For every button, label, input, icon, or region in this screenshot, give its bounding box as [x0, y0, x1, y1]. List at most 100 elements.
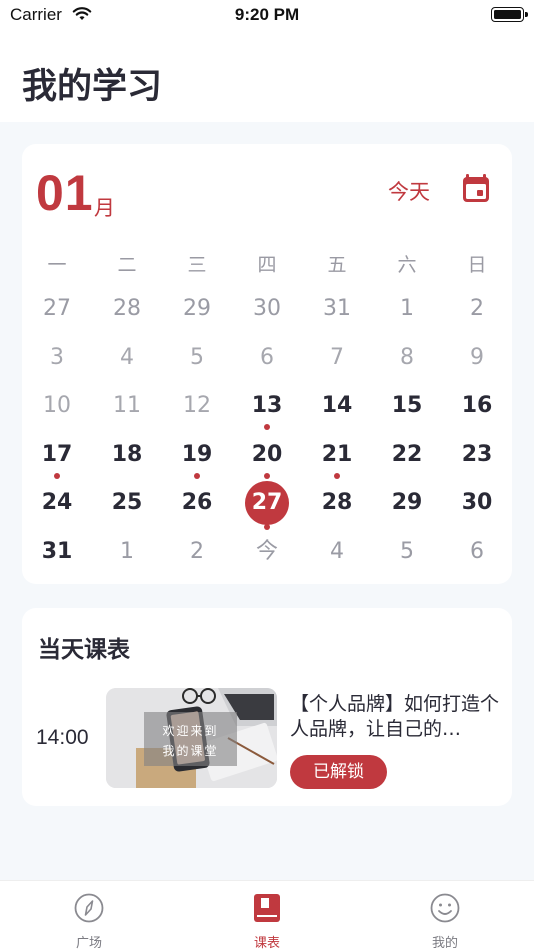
calendar-day[interactable]: 30	[442, 481, 512, 525]
calendar-day[interactable]: 28	[92, 287, 162, 331]
calendar-day-number: 6	[470, 538, 484, 564]
calendar-day-number: 2	[190, 538, 204, 564]
tab-mine[interactable]: 我的	[356, 881, 534, 950]
calendar-day-number: 20	[251, 441, 283, 467]
calendar-day[interactable]: 1	[92, 530, 162, 574]
calendar-day-number: 10	[43, 393, 71, 418]
calendar-day[interactable]: 20	[232, 433, 302, 479]
calendar-day[interactable]: 7	[302, 336, 372, 380]
today-button[interactable]: 今天	[388, 176, 430, 206]
course-thumbnail[interactable]: 欢迎来到 我的课堂	[106, 688, 277, 788]
calendar-day-number: 11	[113, 393, 141, 418]
calendar-day[interactable]: 4	[92, 336, 162, 380]
calendar-day-number: 4	[330, 538, 344, 564]
calendar-day-number: 29	[391, 490, 423, 515]
calendar-day[interactable]: 14	[302, 384, 372, 428]
calendar-day-number: 7	[330, 344, 344, 370]
month-number: 01	[36, 165, 94, 221]
calendar-day-number: 14	[321, 393, 353, 418]
calendar-day[interactable]: 1	[372, 287, 442, 331]
calendar-day[interactable]: 2	[162, 530, 232, 574]
calendar-day[interactable]: 30	[232, 287, 302, 331]
calendar-day[interactable]: 26	[162, 481, 232, 525]
calendar-day[interactable]: 31	[302, 287, 372, 331]
month-unit: 月	[94, 196, 115, 220]
calendar-day-number: 2	[470, 296, 484, 321]
battery-icon	[491, 7, 528, 22]
calendar-day[interactable]: 2	[442, 287, 512, 331]
thumbnail-caption-line1: 欢迎来到	[162, 724, 219, 738]
book-icon	[254, 894, 280, 922]
calendar-day[interactable]: 8	[372, 336, 442, 380]
calendar-day[interactable]: 25	[92, 481, 162, 525]
calendar-day[interactable]: 27	[22, 287, 92, 331]
calendar-day[interactable]: 19	[162, 433, 232, 479]
thumbnail-overlay: 欢迎来到 我的课堂	[144, 712, 237, 766]
calendar-day-number: 15	[391, 393, 423, 418]
compass-icon	[74, 893, 104, 923]
calendar-day-number: 22	[391, 441, 423, 467]
calendar-day[interactable]: 24	[22, 481, 92, 525]
calendar-day-number: 26	[181, 490, 213, 515]
calendar-day[interactable]: 12	[162, 384, 232, 428]
calendar-day[interactable]: 18	[92, 433, 162, 477]
weekday-label: 四	[257, 254, 277, 276]
calendar-day[interactable]: 23	[442, 433, 512, 477]
calendar-day-number: 23	[461, 441, 493, 467]
calendar-day[interactable]: 10	[22, 384, 92, 428]
status-time: 9:20 PM	[234, 5, 300, 24]
unlocked-button[interactable]: 已解锁	[290, 755, 387, 789]
course-indicator-dot	[264, 424, 270, 430]
calendar-day[interactable]: 6	[232, 336, 302, 380]
schedule-card: 当天课表 14:00 欢迎来到 我的课堂 【个人品牌】如何打造个人品牌，让自己的…	[22, 608, 512, 806]
calendar-day-number: 5	[190, 344, 204, 370]
calendar-day[interactable]: 29	[162, 287, 232, 331]
tab-label-square: 广场	[75, 936, 102, 950]
course-indicator-dot	[194, 472, 200, 479]
calendar-day-number: 18	[111, 441, 143, 467]
page-header: 我的学习	[0, 30, 534, 122]
calendar-day[interactable]: 29	[372, 481, 442, 525]
calendar-day-number: 24	[41, 490, 73, 515]
calendar-day[interactable]: 11	[92, 384, 162, 428]
calendar-day-number: 21	[321, 441, 353, 467]
tab-schedule[interactable]: 课表	[178, 881, 356, 950]
calendar-day[interactable]: 31	[22, 530, 92, 574]
calendar-day-number: 17	[41, 441, 73, 467]
course-indicator-dot	[54, 472, 60, 479]
course-indicator-dot	[264, 472, 270, 479]
calendar-day[interactable]: 5	[372, 530, 442, 574]
calendar-day[interactable]: 3	[22, 336, 92, 380]
calendar-day-number: 27	[251, 490, 283, 515]
calendar-day[interactable]: 13	[232, 384, 302, 430]
calendar-day-number: 25	[111, 490, 143, 515]
calendar-day[interactable]: 5	[162, 336, 232, 380]
calendar-day-number: 4	[120, 344, 134, 370]
calendar-day-number: 16	[461, 393, 493, 418]
calendar-day[interactable]: 28	[302, 481, 372, 525]
calendar-day-number: 30	[253, 296, 281, 321]
calendar-day[interactable]: 4	[302, 530, 372, 574]
calendar-day-selected[interactable]: 27	[232, 481, 302, 530]
calendar-day[interactable]: 17	[22, 433, 92, 479]
calendar-day[interactable]: 6	[442, 530, 512, 574]
calendar-day-number: 31	[41, 538, 73, 564]
calendar-day[interactable]: 21	[302, 433, 372, 479]
tab-square[interactable]: 广场	[0, 881, 178, 950]
calendar-day-number: 29	[183, 296, 211, 321]
calendar-day-number: 1	[120, 538, 134, 564]
calendar-day[interactable]: 15	[372, 384, 442, 428]
calendar-icon[interactable]	[460, 172, 492, 204]
course-title[interactable]: 【个人品牌】如何打造个人品牌，让自己的…	[290, 692, 504, 742]
course-indicator-dot	[334, 472, 340, 479]
calendar-day-number: 5	[400, 538, 414, 564]
calendar-day[interactable]: 9	[442, 336, 512, 380]
calendar-day[interactable]: 22	[372, 433, 442, 477]
calendar-day-number: 28	[113, 296, 141, 321]
weekday-label: 一	[47, 254, 67, 276]
calendar-day[interactable]: 16	[442, 384, 512, 428]
tab-label-schedule: 课表	[253, 936, 280, 950]
course-time: 14:00	[36, 726, 89, 749]
calendar-day[interactable]: 今	[232, 530, 302, 574]
section-title: 当天课表	[38, 637, 130, 663]
